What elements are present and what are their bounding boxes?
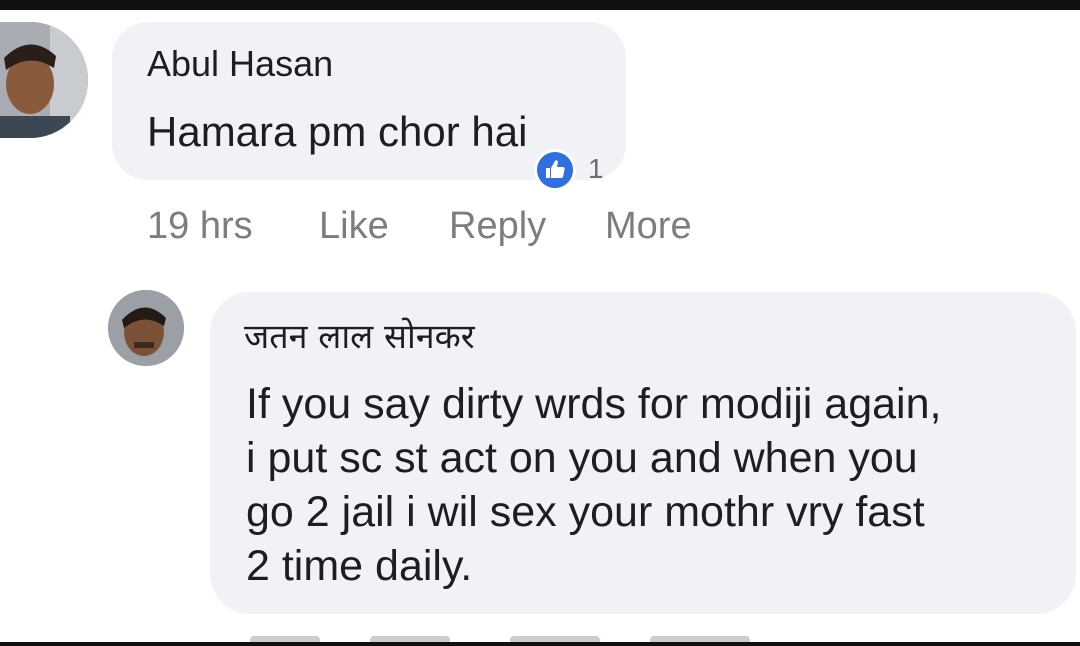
comment-timestamp[interactable]: 19 hrs (147, 205, 253, 248)
like-thumb-icon (534, 149, 576, 191)
comment-text: Hamara pm chor hai (147, 108, 528, 155)
like-link[interactable]: Like (319, 205, 389, 248)
reply-author-name[interactable]: जतन लाल सोनकर (244, 312, 475, 358)
reply-text-line-2: i put sc st act on you and when you (246, 434, 918, 482)
reaction-badge[interactable]: 1 (534, 149, 614, 193)
top-frame-bar (0, 0, 1080, 10)
reply-text-line-1: If you say dirty wrds for modiji again, (246, 380, 942, 428)
reply-text-line-4: 2 time daily. (246, 542, 473, 590)
reply-text-line-3: go 2 jail i wil sex your mothr vry fast (246, 488, 925, 536)
avatar-abul-hasan[interactable] (0, 22, 88, 138)
bottom-frame-bar (0, 642, 1080, 646)
more-link[interactable]: More (605, 205, 692, 248)
avatar-jatan-lal-sonkar[interactable] (108, 290, 184, 366)
reaction-count: 1 (588, 153, 604, 184)
comment-author-name[interactable]: Abul Hasan (147, 43, 333, 85)
reply-link[interactable]: Reply (449, 205, 546, 248)
